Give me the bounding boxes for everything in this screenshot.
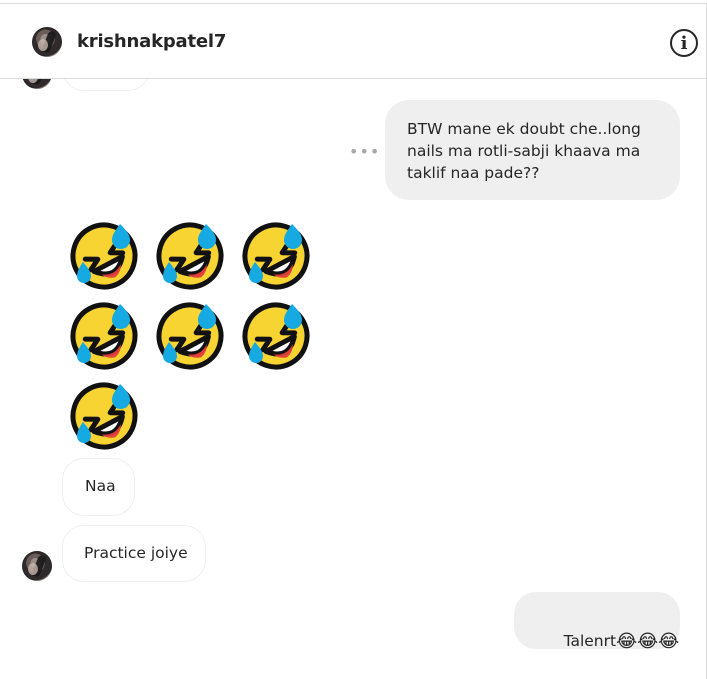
laughing-emoji-icon: 😂😂😂: [616, 631, 680, 652]
message-thread[interactable]: ••• BTW mane ek doubt che..long nails ma…: [0, 79, 706, 679]
rolling-on-floor-laughing-icon: [68, 220, 140, 292]
list-item[interactable]: [62, 79, 150, 91]
chat-header: krishnakpatel7 i: [0, 4, 706, 79]
list-item[interactable]: Practice joiye: [62, 525, 206, 582]
page-title[interactable]: krishnakpatel7: [77, 31, 226, 52]
rolling-on-floor-laughing-icon: [240, 220, 312, 292]
rolling-on-floor-laughing-icon: [154, 300, 226, 372]
rolling-on-floor-laughing-icon: [68, 380, 140, 452]
info-glyph: i: [680, 32, 688, 54]
rolling-on-floor-laughing-icon: [240, 300, 312, 372]
info-icon[interactable]: i: [670, 29, 698, 57]
avatar[interactable]: [32, 27, 62, 57]
avatar[interactable]: [22, 551, 52, 581]
instagram-chat-window: krishnakpatel7 i ••• BTW mane ek doubt c…: [0, 0, 707, 679]
list-item[interactable]: Naa: [62, 458, 135, 516]
rolling-on-floor-laughing-icon: [68, 300, 140, 372]
more-options-icon[interactable]: •••: [349, 142, 380, 161]
list-item[interactable]: BTW mane ek doubt che..long nails ma rot…: [385, 100, 680, 200]
emoji-message[interactable]: [68, 220, 328, 450]
message-text: Talenrt: [563, 632, 617, 650]
avatar[interactable]: [22, 79, 52, 89]
rolling-on-floor-laughing-icon: [154, 220, 226, 292]
list-item[interactable]: Talenrt😂😂😂: [514, 592, 680, 652]
